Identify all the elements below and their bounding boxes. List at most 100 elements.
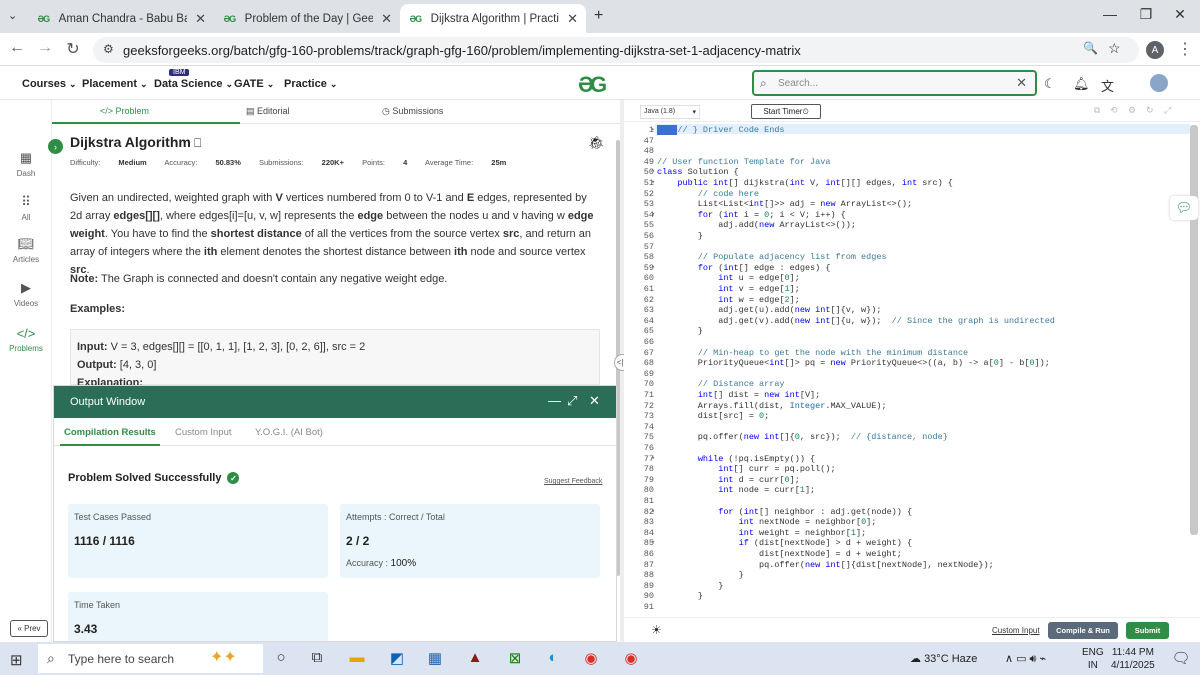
notification-bell-icon[interactable]: 🔔︎ (1073, 76, 1090, 92)
tab-yogi-ai-bot[interactable]: Y.O.G.I. (AI Bot) (255, 427, 323, 438)
menu-label: Practice (284, 78, 327, 90)
rail-item-dash[interactable]: ▦ Dash (0, 150, 52, 178)
rail-item-all[interactable]: ⠿ All (0, 194, 52, 222)
restore-icon[interactable]: ❐ (1132, 6, 1160, 23)
chevron-down-icon: ⌄ (329, 79, 338, 89)
rail-item-problems[interactable]: </> Problems (0, 326, 52, 353)
site-info-icon[interactable]: ⚙ (103, 42, 114, 56)
search-icon: ⌕ (760, 76, 767, 90)
gfg-logo[interactable]: ƏG (578, 72, 607, 98)
windows-start-icon[interactable]: ⊞ (10, 651, 23, 669)
tab-submissions[interactable]: ◷ Submissions (382, 106, 443, 117)
tab-search-icon[interactable]: ⌄ (8, 9, 17, 22)
settings-icon[interactable]: ⚙ (1128, 105, 1136, 116)
user-avatar[interactable] (1150, 74, 1168, 92)
bookmark-star-icon[interactable]: ☆ (1108, 40, 1121, 57)
theme-toggle-icon[interactable]: ☀ (651, 623, 662, 637)
reset-icon[interactable]: ⟲ (1110, 105, 1118, 116)
edge-icon[interactable]: ◐ (542, 649, 564, 666)
task-view-icon[interactable]: ⧉ (306, 649, 328, 666)
notification-icon[interactable]: 🗨︎ (1170, 649, 1192, 667)
suggest-feedback-link[interactable]: Suggest Feedback (544, 478, 602, 485)
menu-data-science[interactable]: Data Science ⌄ (154, 78, 233, 90)
accuracy-line: Accuracy : 100% (346, 558, 417, 569)
start-timer-button[interactable]: Start Timer ⏲ (751, 104, 821, 119)
system-tray[interactable]: ∧ ▭ 🔊︎ ⌁ (1005, 652, 1046, 666)
address-bar[interactable]: ⚙ geeksforgeeks.org/batch/gfg-160-proble… (93, 37, 1139, 63)
chrome-active-icon[interactable]: ◉ (620, 649, 642, 667)
new-tab-icon[interactable]: + (594, 7, 603, 25)
close-tab-icon[interactable]: ✕ (381, 11, 392, 27)
close-tab-icon[interactable]: ✕ (567, 11, 578, 27)
tab-custom-input[interactable]: Custom Input (175, 427, 232, 438)
submit-button[interactable]: Submit (1126, 622, 1169, 639)
clear-search-icon[interactable]: ✕ (1016, 75, 1027, 91)
taskbar-search-input[interactable]: ⌕ Type here to search ✦✦ (38, 644, 263, 673)
minimize-icon[interactable]: — (548, 393, 561, 408)
chevron-down-icon: ⌄ (266, 79, 275, 89)
time-taken-value: 3.43 (74, 622, 98, 636)
site-search-input[interactable]: ⌕ Search... ✕ (752, 70, 1037, 96)
forward-icon[interactable]: → (34, 39, 56, 57)
browser-tab-active[interactable]: ƏG Dijkstra Algorithm | Practice | G ✕ (400, 4, 586, 33)
editor-scrollbar[interactable] (1190, 125, 1198, 535)
maximize-icon[interactable]: ⤢ (567, 393, 577, 409)
document-icon: ▤ (246, 106, 258, 116)
menu-courses[interactable]: Courses ⌄ (22, 78, 77, 90)
file-explorer-icon[interactable]: ▬ (346, 649, 368, 666)
refresh-icon[interactable]: ↻ (1146, 105, 1154, 116)
clock[interactable]: 11:44 PM 4/11/2025 (1111, 646, 1155, 672)
browser-tab[interactable]: ƏG Aman Chandra - Babu Banarasi ✕ (28, 4, 214, 33)
store-icon[interactable]: ▦ (424, 649, 446, 667)
menu-placement[interactable]: Placement ⌄ (82, 78, 148, 90)
chat-icon[interactable]: 💬︎ (1170, 196, 1198, 220)
xbox-icon[interactable]: ⊠ (504, 649, 526, 667)
profile-avatar[interactable]: A (1146, 41, 1164, 59)
outlook-icon[interactable]: ◩ (386, 649, 408, 667)
output-window: Output Window — ⤢ ✕ Compilation Results … (53, 385, 617, 642)
close-window-icon[interactable]: ✕ (1166, 6, 1194, 23)
prev-button[interactable]: « Prev (10, 620, 48, 637)
input-language[interactable]: ENG IN (1082, 646, 1104, 672)
language-select[interactable]: Java (1.8) ▾ (640, 105, 700, 119)
tab-editorial[interactable]: ▤ Editorial (246, 106, 290, 117)
rail-item-videos[interactable]: ▶ Videos (0, 280, 52, 308)
back-icon[interactable]: ← (6, 39, 28, 57)
minimize-icon[interactable]: — (1096, 6, 1124, 22)
taskbar-search-placeholder: Type here to search (68, 651, 175, 666)
close-tab-icon[interactable]: ✕ (195, 11, 206, 27)
browser-menu-icon[interactable]: ⋮ (1174, 39, 1196, 59)
timer-icon: ⏲ (802, 106, 809, 116)
browser-tab[interactable]: ƏG Problem of the Day | GeeksforG ✕ (214, 4, 400, 33)
report-bug-icon[interactable]: 🐞︎ (588, 135, 605, 151)
expand-arrow-icon[interactable]: › (48, 139, 63, 154)
translate-icon[interactable]: 文 (1101, 76, 1114, 95)
close-icon[interactable]: ✕ (589, 393, 600, 409)
ibm-badge: IBM (169, 69, 190, 76)
rail-label: Videos (13, 299, 39, 308)
code-editor[interactable]: 1 ▸ // } Driver Code Ends 47 48 49// User… (624, 123, 1200, 617)
custom-input-link[interactable]: Custom Input (992, 626, 1040, 635)
cortana-icon[interactable]: ○ (270, 649, 292, 666)
rail-item-articles[interactable]: 📖︎ Articles (0, 236, 52, 264)
copy-icon[interactable]: ⧉ (1094, 105, 1100, 116)
compile-run-button[interactable]: Compile & Run (1048, 622, 1118, 639)
windows-taskbar: ⊞ ⌕ Type here to search ✦✦ ○ ⧉ ▬ ◩ ▦ ▲ ⊠… (0, 642, 1200, 675)
dark-mode-icon[interactable]: ☾ (1044, 76, 1056, 92)
menu-gate[interactable]: GATE ⌄ (234, 78, 274, 90)
book-icon: 📖︎ (17, 236, 35, 251)
zoom-icon[interactable]: 🔍 (1083, 41, 1098, 55)
clock-icon: ◷ (382, 106, 393, 116)
tab-problem[interactable]: </> Problem (100, 106, 149, 116)
chevron-down-icon: ▾ (692, 109, 696, 116)
fullscreen-icon[interactable]: ⤢ (1164, 105, 1171, 116)
reload-icon[interactable]: ↻ (62, 39, 84, 59)
left-rail: ▦ Dash ⠿ All 📖︎ Articles ▶ Videos </> Problem… (0, 100, 52, 642)
problem-tabs: </> Problem ▤ Editorial ◷ Submissions (52, 100, 620, 124)
app-icon[interactable]: ▲ (464, 649, 486, 666)
weather-widget[interactable]: ☁ 33°C Haze (910, 652, 977, 665)
bookmark-icon[interactable]: ⎕ (191, 136, 201, 150)
menu-practice[interactable]: Practice ⌄ (284, 78, 337, 90)
tab-compilation-results[interactable]: Compilation Results (64, 427, 156, 438)
chrome-icon[interactable]: ◉ (580, 649, 602, 667)
